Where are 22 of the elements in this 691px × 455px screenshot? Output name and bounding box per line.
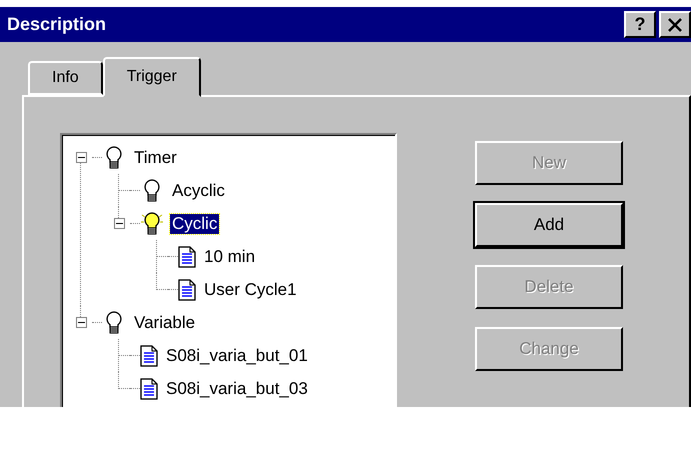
collapse-icon[interactable] — [114, 218, 124, 229]
collapse-icon[interactable] — [76, 317, 86, 328]
tree-item[interactable]: User Cycle1 — [202, 280, 299, 300]
collapse-icon[interactable] — [76, 152, 86, 163]
tree-item[interactable]: S08i_varia_but_03 — [164, 378, 310, 398]
document-icon — [178, 278, 196, 300]
window-title: Description — [7, 14, 106, 35]
document-icon — [140, 378, 158, 400]
document-icon — [140, 344, 158, 366]
tree-item[interactable]: Cyclic — [170, 214, 220, 234]
action-button[interactable]: Add — [475, 203, 623, 247]
tree-item[interactable]: Variable — [132, 312, 198, 332]
help-button[interactable]: ? — [624, 11, 656, 38]
close-button[interactable] — [659, 11, 691, 38]
tab[interactable]: Info — [28, 61, 103, 95]
close-icon — [667, 18, 683, 32]
tree-item[interactable]: 10 min — [202, 246, 258, 266]
tree-item[interactable]: Acyclic — [170, 180, 227, 200]
tree-item[interactable]: Timer — [132, 148, 179, 168]
tree-item[interactable]: S08i_varia_but_01 — [164, 346, 310, 366]
document-icon — [178, 246, 196, 268]
tab[interactable]: Trigger — [102, 57, 201, 97]
